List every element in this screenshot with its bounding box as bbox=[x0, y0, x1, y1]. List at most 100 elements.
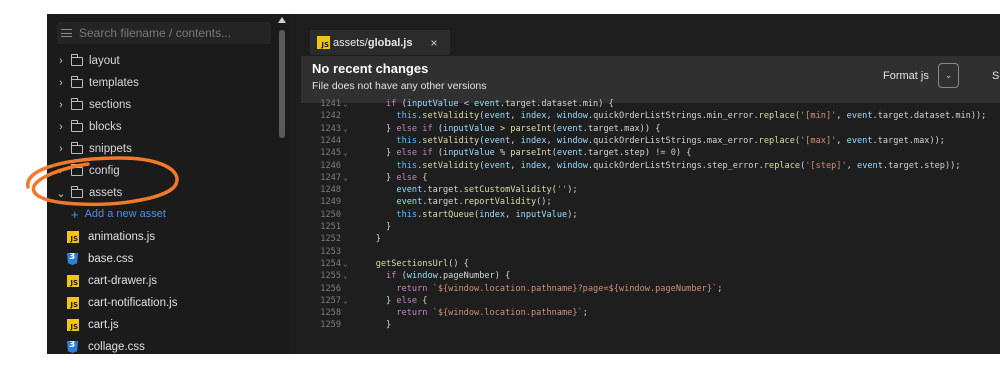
code-line[interactable]: 1242 this.setValidity(event, index, wind… bbox=[301, 111, 1000, 123]
line-number: 1247 bbox=[320, 172, 341, 183]
code-line[interactable]: 1257 ⌄ } else { bbox=[301, 296, 1000, 308]
close-icon[interactable]: × bbox=[430, 36, 437, 50]
folder-config[interactable]: › config bbox=[55, 161, 120, 181]
css-file-icon bbox=[67, 253, 78, 265]
line-number: 1242 bbox=[320, 111, 341, 122]
line-number: 1244 bbox=[320, 135, 341, 146]
code-line[interactable]: 1253 bbox=[301, 247, 1000, 259]
chevron-right-icon: › bbox=[59, 121, 63, 133]
code-text: } bbox=[355, 234, 381, 245]
folder-label: config bbox=[89, 165, 120, 177]
file-label: base.css bbox=[88, 253, 134, 265]
add-asset-label: Add a new asset bbox=[84, 208, 166, 220]
line-number: 1254 bbox=[320, 258, 341, 269]
format-label: Format js bbox=[883, 70, 929, 82]
folder-assets[interactable]: ⌄ assets bbox=[55, 183, 122, 203]
file-label: cart.js bbox=[88, 319, 119, 331]
code-line[interactable]: 1247 ⌄ } else { bbox=[301, 173, 1000, 185]
line-number: 1241 bbox=[320, 99, 341, 109]
code-text: return `${window.location.pathname}`; bbox=[396, 308, 588, 319]
sidebar-scrollbar[interactable] bbox=[279, 30, 285, 138]
file-sidebar: › layout › templates › sections › blocks… bbox=[47, 14, 289, 354]
scroll-up-arrow[interactable] bbox=[278, 17, 286, 23]
code-line[interactable]: 1245 ⌄ } else if (inputValue % parseInt(e… bbox=[301, 148, 1000, 160]
line-number: 1248 bbox=[320, 185, 341, 196]
code-line[interactable]: 1256 return `${window.location.pathname}… bbox=[301, 284, 1000, 296]
fold-chevron-icon[interactable]: ⌄ bbox=[343, 296, 348, 305]
code-line[interactable]: 1241 ⌄ if (inputValue < event.target.data… bbox=[301, 99, 1000, 111]
fold-chevron-icon[interactable]: ⌄ bbox=[343, 124, 348, 133]
tab-global-js[interactable]: JS assets/global.js × bbox=[310, 30, 450, 55]
code-line[interactable]: 1252 } bbox=[301, 234, 1000, 246]
fold-chevron-icon[interactable]: ⌄ bbox=[343, 259, 348, 268]
code-line[interactable]: 1246 this.setValidity(event, index, wind… bbox=[301, 161, 1000, 173]
code-line[interactable]: 1250 this.startQueue(index, inputValue); bbox=[301, 210, 1000, 222]
code-line[interactable]: 1255 ⌄ if (window.pageNumber) { bbox=[301, 271, 1000, 283]
editor-pane: JS assets/global.js × No recent changes … bbox=[301, 14, 1000, 354]
line-number: 1258 bbox=[320, 308, 341, 319]
add-asset-link[interactable]: + Add a new asset bbox=[71, 205, 166, 223]
code-text: } else { bbox=[355, 295, 428, 306]
format-dropdown-button[interactable]: ⌄ bbox=[938, 63, 959, 88]
line-number: 1256 bbox=[320, 283, 341, 294]
folder-icon bbox=[70, 76, 83, 88]
code-line[interactable]: 1259 } bbox=[301, 320, 1000, 332]
file-base-css[interactable]: base.css bbox=[67, 249, 133, 269]
code-line[interactable]: 1258 return `${window.location.pathname}… bbox=[301, 308, 1000, 320]
file-cart-drawer-js[interactable]: JS cart-drawer.js bbox=[67, 271, 157, 291]
plus-icon: + bbox=[71, 206, 79, 222]
code-text: this.setValidity(event, index, window.qu… bbox=[396, 160, 961, 171]
folder-blocks[interactable]: › blocks bbox=[55, 117, 122, 137]
chevron-right-icon: › bbox=[59, 99, 63, 111]
line-number: 1257 bbox=[320, 295, 341, 306]
code-text: event.target.setCustomValidity(''); bbox=[396, 185, 578, 196]
search-input[interactable] bbox=[79, 26, 264, 40]
file-collage-css[interactable]: collage.css bbox=[67, 337, 145, 354]
save-button[interactable]: S bbox=[992, 70, 999, 82]
code-line[interactable]: 1244 this.setValidity(event, index, wind… bbox=[301, 136, 1000, 148]
code-line[interactable]: 1254 ⌄ getSectionsUrl() { bbox=[301, 259, 1000, 271]
line-number: 1259 bbox=[320, 320, 341, 331]
line-number: 1249 bbox=[320, 197, 341, 208]
folder-icon bbox=[70, 54, 83, 66]
version-status-title: No recent changes bbox=[312, 61, 429, 76]
code-text: } else if (inputValue % parseInt(event.t… bbox=[355, 148, 692, 159]
file-animations-js[interactable]: JS animations.js bbox=[67, 227, 155, 247]
chevron-right-icon: › bbox=[59, 165, 63, 177]
code-line[interactable]: 1251 } bbox=[301, 222, 1000, 234]
js-file-icon: JS bbox=[67, 275, 79, 287]
code-text: return `${window.location.pathname}?page… bbox=[396, 283, 723, 294]
folder-templates[interactable]: › templates bbox=[55, 73, 139, 93]
fold-chevron-icon[interactable]: ⌄ bbox=[343, 148, 348, 157]
file-cart-notification-js[interactable]: JS cart-notification.js bbox=[67, 293, 177, 313]
folder-snippets[interactable]: › snippets bbox=[55, 139, 132, 159]
search-box[interactable] bbox=[57, 22, 271, 44]
code-line[interactable]: 1249 event.target.reportValidity(); bbox=[301, 197, 1000, 209]
code-text: getSectionsUrl() { bbox=[375, 258, 469, 269]
folder-sections[interactable]: › sections bbox=[55, 95, 131, 115]
folder-label: assets bbox=[89, 187, 123, 199]
code-text: } else { bbox=[355, 172, 428, 183]
fold-chevron-icon[interactable]: ⌄ bbox=[343, 99, 348, 108]
line-number: 1255 bbox=[320, 271, 341, 282]
line-number: 1250 bbox=[320, 209, 341, 220]
code-line[interactable]: 1243 ⌄ } else if (inputValue > parseInt(e… bbox=[301, 124, 1000, 136]
js-file-icon: JS bbox=[67, 297, 79, 309]
line-number: 1251 bbox=[320, 222, 341, 232]
file-label: collage.css bbox=[88, 341, 145, 353]
line-number: 1253 bbox=[320, 246, 341, 257]
file-label: cart-drawer.js bbox=[88, 275, 158, 287]
fold-chevron-icon[interactable]: ⌄ bbox=[343, 271, 348, 280]
folder-icon bbox=[70, 98, 83, 110]
file-cart-js[interactable]: JS cart.js bbox=[67, 315, 119, 335]
chevron-right-icon: › bbox=[59, 55, 63, 67]
menu-icon[interactable] bbox=[61, 29, 72, 37]
code-text: this.setValidity(event, index, window.qu… bbox=[396, 135, 945, 146]
folder-label: snippets bbox=[89, 143, 132, 155]
chevron-right-icon: › bbox=[59, 77, 63, 89]
line-number: 1246 bbox=[320, 160, 341, 171]
fold-chevron-icon[interactable]: ⌄ bbox=[343, 173, 348, 182]
code-line[interactable]: 1248 event.target.setCustomValidity(''); bbox=[301, 185, 1000, 197]
folder-layout[interactable]: › layout bbox=[55, 51, 120, 71]
code-area[interactable]: 1241 ⌄ if (inputValue < event.target.data… bbox=[301, 98, 1000, 354]
